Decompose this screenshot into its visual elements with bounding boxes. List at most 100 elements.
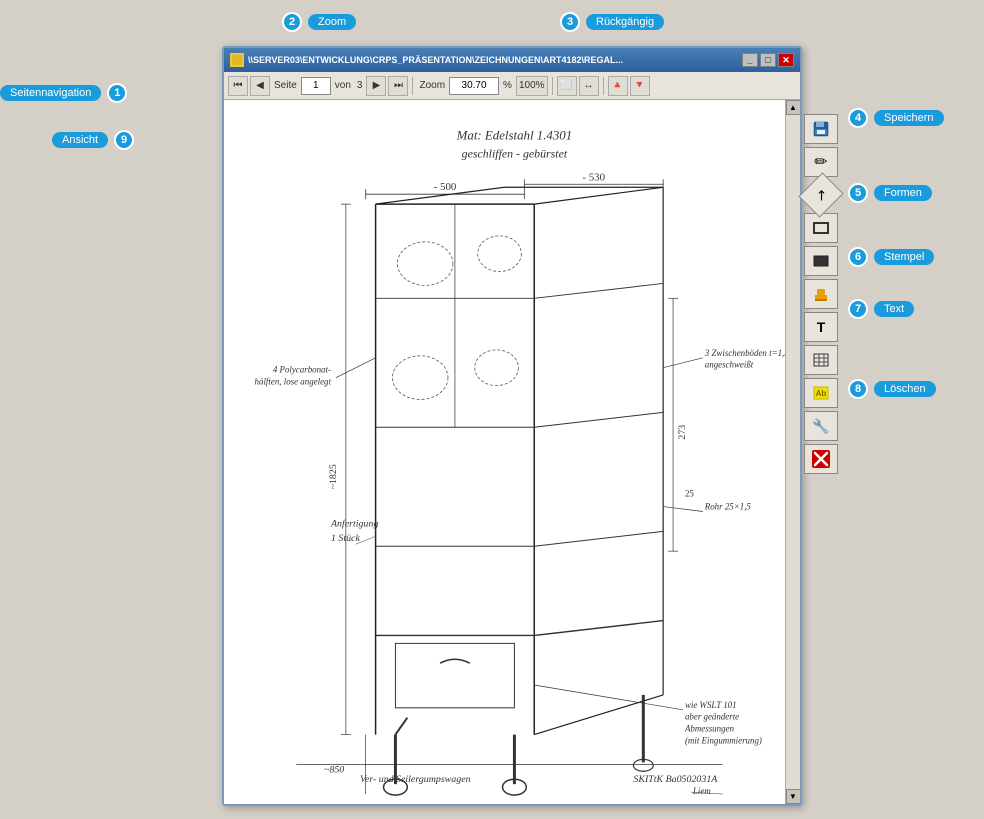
arrow-tool-button[interactable]: ↗: [798, 172, 843, 217]
close-button[interactable]: ✕: [778, 53, 794, 67]
window-toolbar: ⏮ ◀ Seite von 3 ▶ ⏭ Zoom % 100% ⬜ ↔ 🔺 🔻: [224, 72, 800, 100]
delete-icon: [811, 449, 831, 469]
callout-zoom-label: Zoom: [308, 14, 356, 30]
vertical-scrollbar[interactable]: ▲ ▼: [785, 100, 800, 804]
svg-text:wie WSLT 101: wie WSLT 101: [685, 700, 737, 710]
svg-text:(mit Eingummierung): (mit Eingummierung): [685, 736, 762, 746]
callout-rueckgaengig-number: 3: [560, 12, 580, 32]
page-input[interactable]: [301, 77, 331, 95]
svg-text:geschliffen - gebürstet: geschliffen - gebürstet: [462, 147, 568, 161]
rect-empty-button[interactable]: [804, 213, 838, 243]
table-icon: [813, 353, 829, 367]
zoom-out-button[interactable]: 🔻: [630, 76, 650, 96]
callout-seitennavigation-label: Seitennavigation: [0, 85, 101, 101]
svg-text:Ab: Ab: [816, 389, 827, 398]
next-page-button[interactable]: ▶: [366, 76, 386, 96]
last-page-button[interactable]: ⏭: [388, 76, 408, 96]
fit-page-button[interactable]: ⬜: [557, 76, 577, 96]
technical-drawing: Mat: Edelstahl 1.4301 geschliffen - gebü…: [224, 100, 785, 804]
svg-text:Ver- und Seilergumpswagen: Ver- und Seilergumpswagen: [360, 774, 471, 785]
zoom-input[interactable]: [449, 77, 499, 95]
callout-stempel-number: 6: [848, 247, 868, 267]
window-title: \\SERVER03\ENTWICKLUNG\CRPS_PRÄSENTATION…: [230, 53, 623, 67]
save-button[interactable]: [804, 114, 838, 144]
callout-zoom-number: 2: [282, 12, 302, 32]
stamp-button[interactable]: [804, 279, 838, 309]
svg-text:- 530: - 530: [582, 171, 605, 183]
scroll-track: [786, 115, 800, 789]
highlight-button[interactable]: Ab: [804, 378, 838, 408]
callout-formen-number: 5: [848, 183, 868, 203]
zoom-label: Zoom: [417, 80, 447, 91]
svg-text:~1825: ~1825: [328, 464, 339, 489]
svg-text:Rohr 25×1,5: Rohr 25×1,5: [704, 502, 752, 512]
minimize-button[interactable]: _: [742, 53, 758, 67]
callout-seitennavigation: Seitennavigation 1: [0, 83, 127, 103]
svg-text:4 Polycarbonat-: 4 Polycarbonat-: [273, 365, 331, 375]
window-titlebar: \\SERVER03\ENTWICKLUNG\CRPS_PRÄSENTATION…: [224, 48, 800, 72]
toolbar-separator-3: [603, 77, 604, 95]
callout-formen: 5 Formen: [848, 183, 932, 203]
fit-width-button[interactable]: ↔: [579, 76, 599, 96]
callout-speichern: 4 Speichern: [848, 108, 944, 128]
svg-text:~850: ~850: [324, 764, 344, 775]
svg-text:Anfertigung: Anfertigung: [330, 518, 378, 529]
callout-zoom: 2 Zoom: [282, 12, 356, 32]
callout-loeschen: 8 Löschen: [848, 379, 936, 399]
scroll-down-arrow[interactable]: ▼: [786, 789, 801, 804]
prev-page-button[interactable]: ◀: [250, 76, 270, 96]
save-icon: [812, 120, 830, 138]
drawing-canvas: Mat: Edelstahl 1.4301 geschliffen - gebü…: [224, 100, 785, 804]
callout-seitennavigation-number: 1: [107, 83, 127, 103]
window-app-icon: [230, 53, 244, 67]
svg-text:Liem: Liem: [692, 786, 711, 796]
page-total: 3: [355, 80, 365, 91]
svg-text:SKITtK Ba0502031A: SKITtK Ba0502031A: [633, 774, 718, 785]
window-path: \\SERVER03\ENTWICKLUNG\CRPS_PRÄSENTATION…: [248, 55, 623, 65]
callout-loeschen-number: 8: [848, 379, 868, 399]
svg-text:Mat: Edelstahl 1.4301: Mat: Edelstahl 1.4301: [456, 129, 573, 143]
window-content: Mat: Edelstahl 1.4301 geschliffen - gebü…: [224, 100, 800, 804]
window-controls: _ □ ✕: [742, 53, 794, 67]
callout-text: 7 Text: [848, 299, 914, 319]
svg-text:Abmessungen: Abmessungen: [684, 724, 735, 734]
zoom-in-button[interactable]: 🔺: [608, 76, 628, 96]
svg-text:aber geänderte: aber geänderte: [685, 712, 739, 722]
right-toolbar: ✏ ↗ T Ab: [800, 110, 840, 478]
tool-button[interactable]: 🔧: [804, 411, 838, 441]
first-page-button[interactable]: ⏮: [228, 76, 248, 96]
text-tool-button[interactable]: T: [804, 312, 838, 342]
delete-button[interactable]: [804, 444, 838, 474]
toolbar-separator-1: [412, 77, 413, 95]
rect-empty-icon: [813, 222, 829, 234]
svg-text:25: 25: [685, 489, 694, 499]
rect-filled-button[interactable]: [804, 246, 838, 276]
page-of-label: von: [333, 80, 353, 91]
callout-speichern-number: 4: [848, 108, 868, 128]
svg-text:273: 273: [677, 425, 688, 440]
zoom-100-button[interactable]: 100%: [516, 76, 548, 96]
callout-rueckgaengig: 3 Rückgängig: [560, 12, 664, 32]
svg-text:angeschweißt: angeschweißt: [705, 360, 754, 370]
callout-ansicht-label: Ansicht: [52, 132, 108, 148]
stamp-icon: [812, 285, 830, 303]
rect-filled-icon: [813, 255, 829, 267]
callout-text-label: Text: [874, 301, 914, 317]
callout-ansicht: Ansicht 9: [52, 130, 134, 150]
maximize-button[interactable]: □: [760, 53, 776, 67]
main-window: \\SERVER03\ENTWICKLUNG\CRPS_PRÄSENTATION…: [222, 46, 802, 806]
callout-ansicht-number: 9: [114, 130, 134, 150]
zoom-percent-label: %: [501, 80, 514, 91]
callout-rueckgaengig-label: Rückgängig: [586, 14, 664, 30]
callout-speichern-label: Speichern: [874, 110, 944, 126]
svg-text:hälften, lose angelegt: hälften, lose angelegt: [255, 377, 332, 387]
page-label: Seite: [272, 80, 299, 91]
table-button[interactable]: [804, 345, 838, 375]
callout-stempel-label: Stempel: [874, 249, 934, 265]
toolbar-separator-2: [552, 77, 553, 95]
scroll-up-arrow[interactable]: ▲: [786, 100, 801, 115]
callout-text-number: 7: [848, 299, 868, 319]
svg-text:3 Zwischenböden t=1,5: 3 Zwischenböden t=1,5: [704, 348, 785, 358]
highlight-icon: Ab: [813, 386, 829, 400]
callout-stempel: 6 Stempel: [848, 247, 934, 267]
